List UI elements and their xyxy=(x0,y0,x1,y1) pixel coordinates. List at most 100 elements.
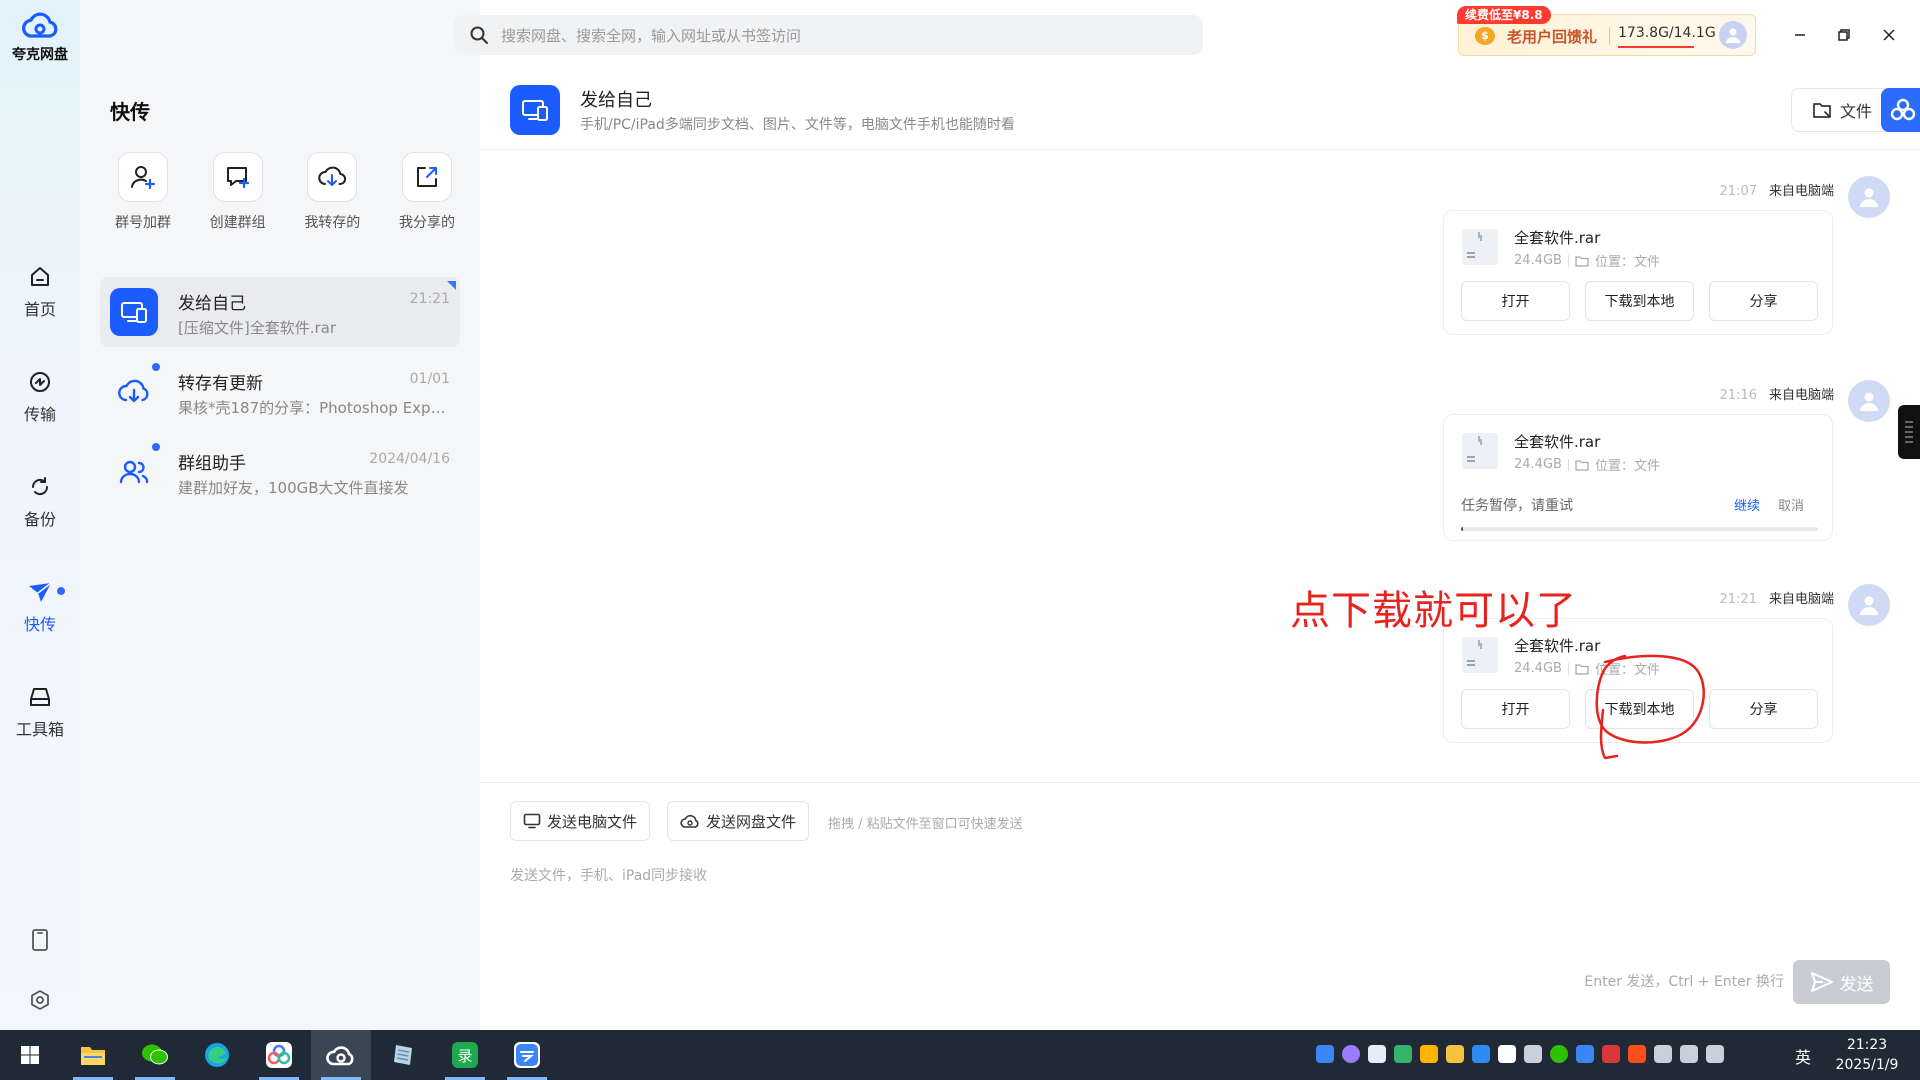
tray-arrow-icon[interactable] xyxy=(1420,1045,1438,1063)
rail-item-transfer[interactable]: 传输 xyxy=(0,345,80,450)
send-cloud-file-button[interactable]: 发送网盘文件 xyxy=(667,801,810,841)
sender-avatar[interactable] xyxy=(1848,176,1890,218)
tray-folder-icon[interactable] xyxy=(1446,1045,1464,1063)
file-name: 全套软件.rar xyxy=(1514,433,1601,451)
taskbar-quark-netdisk[interactable] xyxy=(311,1030,371,1080)
open-button[interactable]: 打开 xyxy=(1461,689,1570,729)
zip-file-icon xyxy=(1462,433,1498,469)
sender-avatar[interactable] xyxy=(1848,380,1890,422)
brand-logo[interactable]: 夸克网盘 xyxy=(0,10,80,64)
promo-tag: 续费低至¥8.8 xyxy=(1457,6,1551,24)
restore-button[interactable] xyxy=(1831,22,1857,48)
join-group-button[interactable]: 群号加群 xyxy=(98,152,188,232)
message-input[interactable]: 发送文件，手机、iPad同步接收 xyxy=(510,865,707,885)
task-status: 任务暂停，请重试 xyxy=(1461,498,1573,514)
tray-box-icon[interactable] xyxy=(1498,1045,1516,1063)
search-input[interactable]: 搜索网盘、搜索全网，输入网址或从书签访问 xyxy=(501,25,801,46)
tray-netdisk-icon[interactable] xyxy=(1368,1045,1386,1063)
input-method-indicator[interactable]: 英 xyxy=(1795,1044,1811,1068)
rail-item-label: 快传 xyxy=(23,615,56,634)
side-handle[interactable] xyxy=(1898,405,1920,459)
send-pc-file-button[interactable]: 发送电脑文件 xyxy=(510,801,651,841)
info-divider xyxy=(1567,254,1569,267)
share-out-icon xyxy=(416,167,437,187)
search-bar[interactable]: 搜索网盘、搜索全网，输入网址或从书签访问 xyxy=(453,15,1203,55)
taskbar-cloud-app[interactable] xyxy=(497,1030,557,1080)
edge-browser-icon xyxy=(205,1043,229,1067)
close-button[interactable] xyxy=(1876,22,1902,48)
share-button[interactable]: 分享 xyxy=(1709,689,1818,729)
clock-date: 2025/1/9 xyxy=(1835,1057,1899,1073)
tray-wechat-icon[interactable] xyxy=(1550,1045,1568,1063)
rail-settings-button[interactable] xyxy=(0,970,80,1030)
my-saved-button[interactable]: 我转存的 xyxy=(287,152,377,232)
tray-window-icon[interactable] xyxy=(1524,1045,1542,1063)
rail-item-quick-send[interactable]: 快传 xyxy=(0,555,80,660)
user-icon xyxy=(1860,188,1878,207)
minimize-button[interactable] xyxy=(1787,22,1813,48)
rail-item-home[interactable]: 首页 xyxy=(0,240,80,345)
windows-taskbar: 录 英 21:23 2025/1/9 xyxy=(0,1030,1920,1080)
add-user-icon xyxy=(131,166,156,190)
download-local-button[interactable]: 下载到本地 xyxy=(1585,281,1694,321)
rail-item-label: 首页 xyxy=(23,300,56,319)
message-meta: 21:21 来自电脑端 xyxy=(1720,588,1834,607)
taskbar-notes-app[interactable] xyxy=(373,1030,433,1080)
conversation-time: 01/01 xyxy=(409,371,450,387)
keyboard-hint: Enter 发送，Ctrl + Enter 换行 xyxy=(1584,974,1784,990)
cloud-logo-icon xyxy=(22,12,58,38)
tray-cloud-icon[interactable] xyxy=(1316,1045,1334,1063)
tray-volume-icon[interactable] xyxy=(1706,1045,1724,1063)
start-button[interactable] xyxy=(0,1030,60,1080)
file-actions: 打开 下载到本地 分享 xyxy=(1461,281,1818,321)
system-tray xyxy=(1316,1045,1724,1063)
join-group-icon-box xyxy=(118,152,168,202)
svg-text:录: 录 xyxy=(457,1047,472,1065)
taskbar-wechat[interactable] xyxy=(125,1030,185,1080)
my-shared-button[interactable]: 我分享的 xyxy=(382,152,472,232)
taskbar-edge[interactable] xyxy=(187,1030,247,1080)
tray-leaf-icon[interactable] xyxy=(1394,1045,1412,1063)
cancel-link[interactable]: 取消 xyxy=(1778,495,1804,514)
rail-item-toolbox[interactable]: 工具箱 xyxy=(0,660,80,765)
taskbar-clock[interactable]: 21:23 2025/1/9 xyxy=(1830,1035,1904,1075)
pinned-corner xyxy=(447,281,456,290)
folder-small-icon xyxy=(1575,459,1589,471)
open-button[interactable]: 打开 xyxy=(1461,281,1570,321)
conversation-group-assistant[interactable]: 群组助手 2024/04/16 建群加好友，100GB大文件直接发 xyxy=(100,437,460,507)
rail-phone-button[interactable] xyxy=(0,910,80,970)
tray-shield-icon[interactable] xyxy=(1472,1045,1490,1063)
conversation-avatar xyxy=(110,368,158,416)
conversation-list: 发给自己 21:21 [压缩文件]全套软件.rar 转存有更新 01/01 果核… xyxy=(100,277,460,517)
rail-item-backup[interactable]: 备份 xyxy=(0,450,80,555)
conversation-time: 2024/04/16 xyxy=(369,451,450,467)
sender-avatar[interactable] xyxy=(1848,584,1890,626)
user-avatar[interactable] xyxy=(1719,21,1747,49)
monitor-icon xyxy=(523,813,541,829)
new-chat-icon xyxy=(226,167,249,189)
progress-fill xyxy=(1461,527,1464,531)
conversation-send-to-self[interactable]: 发给自己 21:21 [压缩文件]全套软件.rar xyxy=(100,277,460,347)
tray-cloud-app-icon[interactable] xyxy=(1576,1045,1594,1063)
send-button[interactable]: 发送 xyxy=(1793,960,1890,1004)
file-location: 位置：文件 xyxy=(1594,459,1660,474)
quark-cloud-app-icon xyxy=(326,1046,354,1066)
cloud-sync-icon xyxy=(118,379,149,403)
resume-link[interactable]: 继续 xyxy=(1734,495,1760,514)
user-icon xyxy=(1860,392,1878,411)
file-info: 24.4GB 位置：文件 xyxy=(1514,251,1660,270)
share-button[interactable]: 分享 xyxy=(1709,281,1818,321)
taskbar-file-explorer[interactable] xyxy=(63,1030,123,1080)
taskbar-recorder[interactable]: 录 xyxy=(435,1030,495,1080)
tray-red-app-icon[interactable] xyxy=(1602,1045,1620,1063)
tray-battery-icon[interactable] xyxy=(1654,1045,1672,1063)
app-switch-button[interactable] xyxy=(1881,88,1920,132)
message-meta: 21:07 来自电脑端 xyxy=(1720,180,1834,199)
tray-app-icon[interactable] xyxy=(1342,1045,1360,1063)
taskbar-baidu-netdisk[interactable] xyxy=(249,1030,309,1080)
create-group-button[interactable]: 创建群组 xyxy=(193,152,283,232)
tray-speaker-app-icon[interactable] xyxy=(1628,1045,1646,1063)
tray-network-icon[interactable] xyxy=(1680,1045,1698,1063)
file-size: 24.4GB xyxy=(1514,253,1562,268)
conversation-save-updates[interactable]: 转存有更新 01/01 果核*壳187的分享：Photoshop Expr... xyxy=(100,357,460,427)
